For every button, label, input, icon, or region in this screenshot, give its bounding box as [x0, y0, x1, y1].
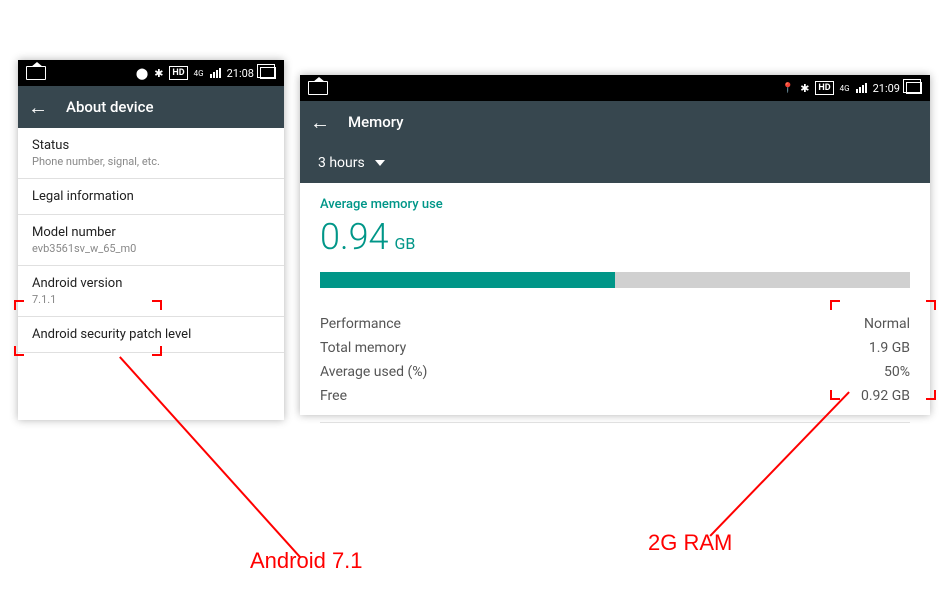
stat-value: 0.92 GB: [861, 384, 910, 408]
avg-unit: GB: [395, 234, 416, 253]
item-title: Android version: [32, 276, 270, 291]
home-icon: [26, 66, 46, 80]
page-title: Memory: [348, 113, 404, 131]
appbar: ← Memory: [300, 101, 930, 143]
stat-label: Free: [320, 384, 347, 408]
item-sub: 7.1.1: [32, 293, 270, 306]
list-item[interactable]: Android version 7.1.1: [18, 266, 284, 317]
item-title: Status: [32, 138, 270, 153]
signal-icon: [210, 68, 221, 78]
status-bar: 📍 ✱ HD 4G 21:09: [300, 75, 930, 101]
item-sub: evb3561sv_w_65_m0: [32, 242, 270, 255]
divider: [320, 422, 910, 423]
signal-icon: [856, 83, 867, 93]
period-selector[interactable]: 3 hours: [300, 143, 930, 183]
bluetooth-icon: ✱: [154, 67, 163, 80]
memory-stats: Performance Normal Total memory 1.9 GB Ave…: [300, 312, 930, 408]
stat-label: Average used (%): [320, 360, 427, 384]
cascade-icon: [260, 67, 276, 79]
stat-value: 50%: [884, 360, 910, 384]
bluetooth-icon: ✱: [800, 82, 809, 95]
list-item[interactable]: Android security patch level: [18, 317, 284, 353]
memory-bar: [320, 272, 910, 288]
period-label: 3 hours: [318, 155, 365, 171]
item-title: Legal information: [32, 189, 270, 204]
back-arrow-icon[interactable]: ←: [28, 97, 48, 117]
item-title: Model number: [32, 225, 270, 240]
about-device-window: ⬤ ✱ HD 4G 21:08 ← About device Status Ph…: [18, 60, 284, 420]
hd-icon: HD: [815, 81, 833, 95]
clock: 21:09: [873, 82, 900, 95]
network-label: 4G: [194, 69, 204, 78]
stat-row: Average used (%) 50%: [320, 360, 910, 384]
page-title: About device: [66, 98, 153, 116]
list-item[interactable]: Status Phone number, signal, etc.: [18, 128, 284, 179]
annotation-android: Android 7.1: [250, 548, 363, 574]
stat-value: Normal: [864, 312, 910, 336]
stat-row: Free 0.92 GB: [320, 384, 910, 408]
stat-value: 1.9 GB: [869, 336, 910, 360]
cascade-icon: [906, 82, 922, 94]
location-icon: 📍: [782, 83, 794, 94]
hd-icon: HD: [169, 66, 187, 80]
stat-label: Performance: [320, 312, 401, 336]
item-title: Android security patch level: [32, 327, 270, 342]
status-bar: ⬤ ✱ HD 4G 21:08: [18, 60, 284, 86]
location-icon: ⬤: [136, 67, 148, 80]
list-item[interactable]: Model number evb3561sv_w_65_m0: [18, 215, 284, 266]
list-item[interactable]: Legal information: [18, 179, 284, 215]
chevron-down-icon: [375, 160, 385, 166]
network-label: 4G: [840, 84, 850, 93]
settings-list: Status Phone number, signal, etc. Legal …: [18, 128, 284, 353]
avg-label: Average memory use: [320, 197, 910, 212]
item-sub: Phone number, signal, etc.: [32, 155, 270, 168]
stat-row: Performance Normal: [320, 312, 910, 336]
stat-row: Total memory 1.9 GB: [320, 336, 910, 360]
stat-label: Total memory: [320, 336, 406, 360]
home-icon: [308, 81, 328, 95]
memory-window: 📍 ✱ HD 4G 21:09 ← Memory 3 hours Average…: [300, 75, 930, 415]
appbar: ← About device: [18, 86, 284, 128]
back-arrow-icon[interactable]: ←: [310, 112, 330, 132]
memory-bar-fill: [320, 272, 615, 288]
memory-summary: Average memory use 0.94 GB: [300, 183, 930, 298]
avg-value: 0.94: [320, 216, 389, 258]
annotation-ram: 2G RAM: [648, 530, 732, 556]
clock: 21:08: [227, 67, 254, 80]
